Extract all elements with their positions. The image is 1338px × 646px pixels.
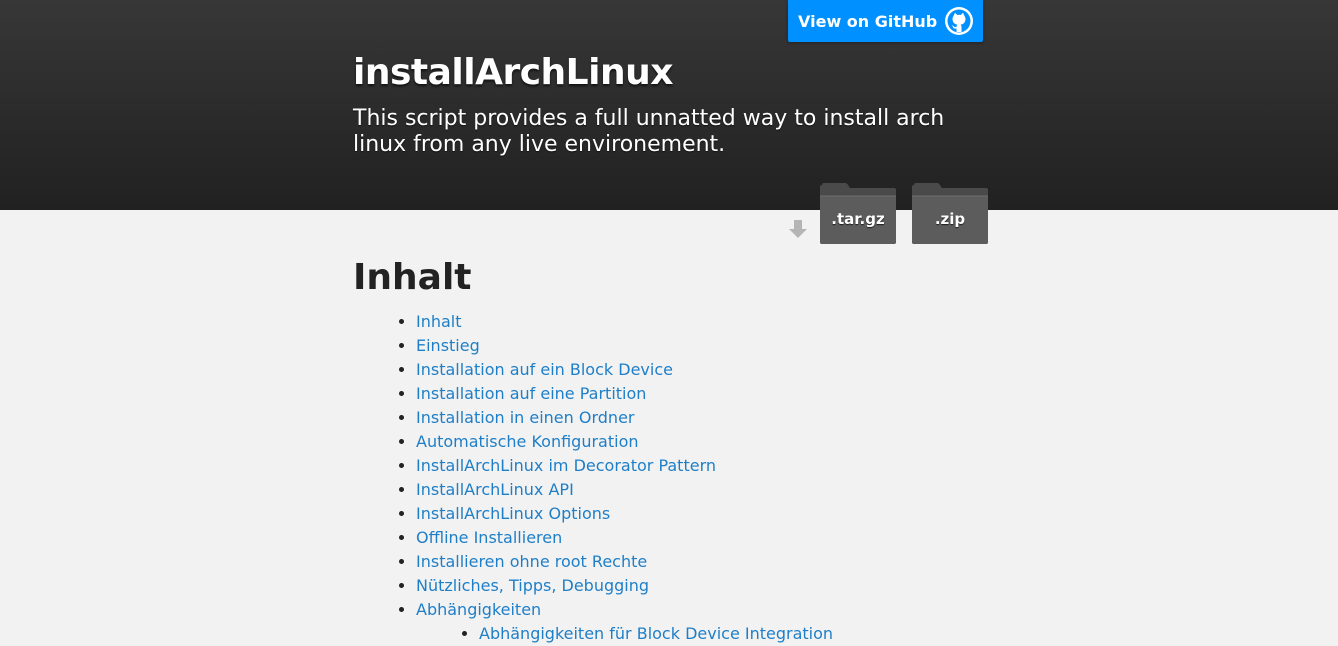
- toc-subitem: Abhängigkeiten für Block Device Integrat…: [479, 622, 983, 646]
- toc-link-einstieg[interactable]: Einstieg: [416, 336, 480, 355]
- toc-item: Installation in einen Ordner: [416, 406, 983, 430]
- toc-link-ohne-root[interactable]: Installieren ohne root Rechte: [416, 552, 647, 571]
- main-content: Inhalt Inhalt Einstieg Installation auf …: [353, 256, 983, 646]
- toc-link-decorator-pattern[interactable]: InstallArchLinux im Decorator Pattern: [416, 456, 716, 475]
- project-tagline: This script provides a full unnatted way…: [353, 106, 945, 157]
- toc-link-api[interactable]: InstallArchLinux API: [416, 480, 574, 499]
- table-of-contents: Inhalt Einstieg Installation auf ein Blo…: [353, 310, 983, 646]
- toc-item: Offline Installieren: [416, 526, 983, 550]
- download-tar-gz-button[interactable]: .tar.gz: [819, 182, 897, 245]
- page-header: View on GitHub installArchLinux This scr…: [0, 0, 1338, 244]
- toc-link-abhaengigkeiten-block-device[interactable]: Abhängigkeiten für Block Device Integrat…: [479, 624, 833, 643]
- toc-item: Installieren ohne root Rechte: [416, 550, 983, 574]
- toc-item: Einstieg: [416, 334, 983, 358]
- toc-item: Inhalt: [416, 310, 983, 334]
- toc-item: Installation auf ein Block Device: [416, 358, 983, 382]
- toc-item: InstallArchLinux im Decorator Pattern: [416, 454, 983, 478]
- view-on-github-label: View on GitHub: [798, 11, 938, 31]
- toc-heading: Inhalt: [353, 257, 472, 298]
- download-zip-label: .zip: [934, 210, 966, 228]
- view-on-github-button[interactable]: View on GitHub: [788, 0, 983, 42]
- toc-item: Automatische Konfiguration: [416, 430, 983, 454]
- toc-link-block-device[interactable]: Installation auf ein Block Device: [416, 360, 673, 379]
- project-title: installArchLinux: [353, 52, 673, 93]
- download-zip-button[interactable]: .zip: [911, 182, 989, 245]
- download-arrow-icon: [789, 220, 807, 238]
- toc-link-inhalt[interactable]: Inhalt: [416, 312, 462, 331]
- toc-item: InstallArchLinux API: [416, 478, 983, 502]
- toc-link-partition[interactable]: Installation auf eine Partition: [416, 384, 646, 403]
- toc-item: Abhängigkeiten Abhängigkeiten für Block …: [416, 598, 983, 646]
- toc-item: InstallArchLinux Options: [416, 502, 983, 526]
- toc-link-nuetzliches[interactable]: Nützliches, Tipps, Debugging: [416, 576, 649, 595]
- toc-link-offline[interactable]: Offline Installieren: [416, 528, 562, 547]
- toc-link-automatische-konfiguration[interactable]: Automatische Konfiguration: [416, 432, 639, 451]
- toc-link-options[interactable]: InstallArchLinux Options: [416, 504, 610, 523]
- toc-item: Nützliches, Tipps, Debugging: [416, 574, 983, 598]
- toc-sublist: Abhängigkeiten für Block Device Integrat…: [416, 622, 983, 646]
- github-octocat-icon: [944, 6, 974, 36]
- toc-link-ordner[interactable]: Installation in einen Ordner: [416, 408, 634, 427]
- download-tar-gz-label: .tar.gz: [831, 210, 885, 228]
- toc-item: Installation auf eine Partition: [416, 382, 983, 406]
- toc-link-abhaengigkeiten[interactable]: Abhängigkeiten: [416, 600, 541, 619]
